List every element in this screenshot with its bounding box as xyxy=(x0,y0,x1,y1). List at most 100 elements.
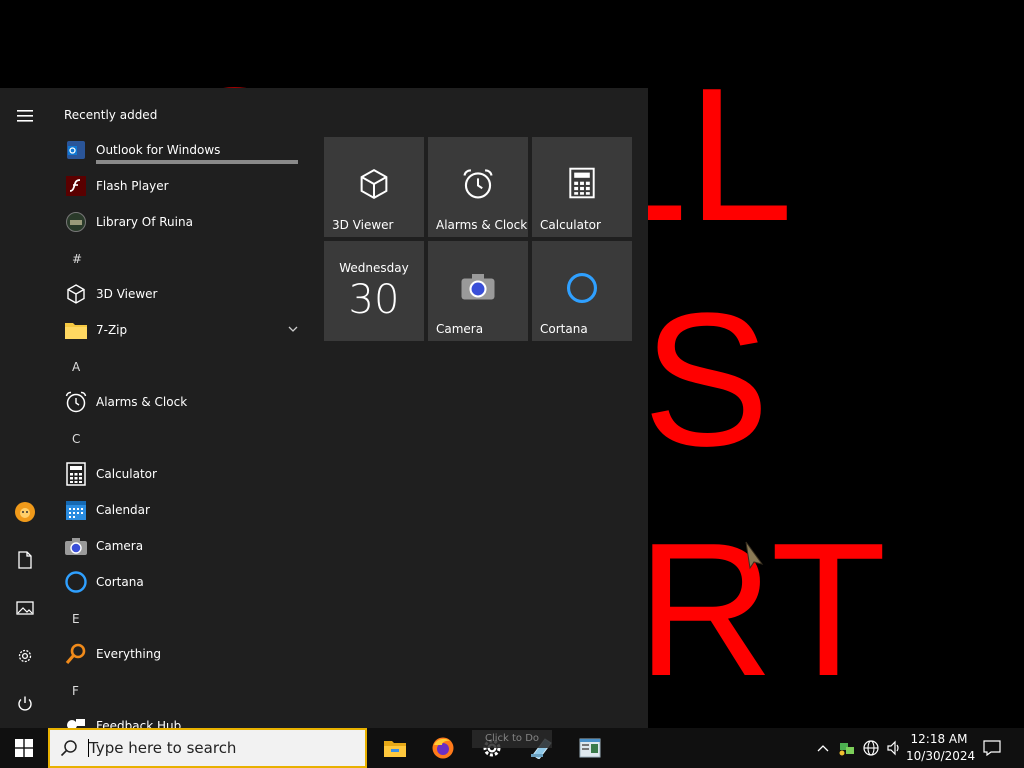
app-item-flash-player[interactable]: Flash Player xyxy=(58,168,306,204)
notification-icon xyxy=(983,740,1001,756)
recently-added-header: Recently added xyxy=(64,108,158,122)
cube-icon xyxy=(360,168,388,200)
volume-icon xyxy=(887,740,899,756)
start-menu-rail xyxy=(0,88,50,728)
app-item-everything[interactable]: Everything xyxy=(58,636,306,672)
taskbar-file-explorer[interactable] xyxy=(372,728,418,768)
app-item-3d-viewer[interactable]: 3D Viewer xyxy=(58,276,306,312)
app-item-label: 3D Viewer xyxy=(96,287,158,301)
custom-cursor-icon xyxy=(745,541,764,570)
flash-player-icon xyxy=(64,174,88,198)
tile-cortana[interactable]: Cortana xyxy=(532,241,632,341)
show-hidden-icons-button[interactable] xyxy=(814,728,832,768)
magnifier-icon xyxy=(64,642,88,666)
clock-date: 10/30/2024 xyxy=(906,749,976,763)
taskbar-clock[interactable]: 12:18 AM 10/30/2024 xyxy=(906,731,976,765)
user-avatar-icon xyxy=(15,502,35,522)
power-button[interactable] xyxy=(0,680,50,728)
chevron-down-icon[interactable] xyxy=(288,326,298,333)
app-item-label: Everything xyxy=(96,647,161,661)
app-item-label: Cortana xyxy=(96,575,144,589)
camera-icon xyxy=(64,534,88,558)
documents-button[interactable] xyxy=(0,536,50,584)
calendar-day-name: Wednesday xyxy=(339,261,409,275)
alarm-clock-icon xyxy=(463,169,493,199)
feedback-icon xyxy=(64,714,88,728)
app-item-label: Outlook for Windows xyxy=(96,143,221,157)
tile-calculator[interactable]: Calculator xyxy=(532,137,632,237)
app-item-label: Library Of Ruina xyxy=(96,215,193,229)
tray-language[interactable] xyxy=(860,728,882,768)
search-icon xyxy=(60,740,77,757)
firefox-icon xyxy=(432,737,454,759)
section-header-a[interactable]: A xyxy=(72,360,80,374)
network-status-icon xyxy=(839,743,854,756)
app-item-calendar[interactable]: Calendar xyxy=(58,492,306,528)
taskbar-tooltip: Click to Do xyxy=(472,730,552,748)
chevron-up-icon xyxy=(817,745,829,752)
app-item-label: 7-Zip xyxy=(96,323,128,337)
install-progress-bar xyxy=(96,160,298,164)
settings-icon xyxy=(18,649,32,663)
documents-icon xyxy=(18,551,32,569)
start-menu: Recently added Outlook for Windows Flash… xyxy=(0,88,648,728)
calculator-icon xyxy=(64,462,88,486)
tile-label: Cortana xyxy=(540,322,588,336)
cube-icon xyxy=(64,282,88,306)
settings-button[interactable] xyxy=(0,632,50,680)
app-item-cortana[interactable]: Cortana xyxy=(58,564,306,600)
app-item-library-of-ruina[interactable]: Library Of Ruina xyxy=(58,204,306,240)
tile-calendar[interactable]: Wednesday 30 xyxy=(324,241,424,341)
cortana-icon xyxy=(566,272,598,304)
taskbar-firefox[interactable] xyxy=(420,728,466,768)
section-header-c[interactable]: C xyxy=(72,432,80,446)
app-item-label: Camera xyxy=(96,539,144,553)
app-item-7zip[interactable]: 7-Zip xyxy=(58,312,306,348)
tile-label: Alarms & Clock xyxy=(436,218,528,232)
tile-camera[interactable]: Camera xyxy=(428,241,528,341)
taskbar-app-window[interactable] xyxy=(567,728,613,768)
app-item-calculator[interactable]: Calculator xyxy=(58,456,306,492)
hamburger-menu-icon xyxy=(17,110,33,122)
library-of-ruina-icon xyxy=(64,210,88,234)
windows-logo-icon xyxy=(15,739,33,757)
power-icon xyxy=(18,696,32,711)
app-item-label: Calculator xyxy=(96,467,157,481)
app-item-label: Feedback Hub xyxy=(96,719,182,728)
app-item-label: Calendar xyxy=(96,503,150,517)
tile-label: Calculator xyxy=(540,218,601,232)
alarm-clock-icon xyxy=(64,390,88,414)
pictures-icon xyxy=(16,601,34,615)
hamburger-menu-button[interactable] xyxy=(0,92,50,140)
action-center-button[interactable] xyxy=(978,728,1006,768)
app-item-feedback-hub[interactable]: Feedback Hub xyxy=(58,708,306,728)
section-header-f[interactable]: F xyxy=(72,684,79,698)
search-placeholder: Type here to search xyxy=(89,739,237,757)
tile-label: Camera xyxy=(436,322,484,336)
app-item-alarms-clock[interactable]: Alarms & Clock xyxy=(58,384,306,420)
calendar-icon xyxy=(64,498,88,522)
user-account-button[interactable] xyxy=(0,488,50,536)
tray-network-status[interactable] xyxy=(836,728,858,768)
section-header-e[interactable]: E xyxy=(72,612,80,626)
app-window-icon xyxy=(579,738,601,758)
app-item-label: Alarms & Clock xyxy=(96,395,188,409)
cortana-icon xyxy=(64,570,88,594)
app-item-label: Flash Player xyxy=(96,179,169,193)
tile-label: 3D Viewer xyxy=(332,218,394,232)
tile-alarms-clock[interactable]: Alarms & Clock xyxy=(428,137,528,237)
calculator-icon xyxy=(569,167,595,199)
start-button[interactable] xyxy=(0,728,48,768)
tray-volume[interactable] xyxy=(883,728,905,768)
app-item-camera[interactable]: Camera xyxy=(58,528,306,564)
file-explorer-icon xyxy=(384,741,406,757)
section-header-hash[interactable]: # xyxy=(72,252,82,266)
app-list: Recently added Outlook for Windows Flash… xyxy=(50,88,312,728)
camera-icon xyxy=(461,274,495,300)
tile-3d-viewer[interactable]: 3D Viewer xyxy=(324,137,424,237)
outlook-icon xyxy=(64,138,88,162)
search-input[interactable]: Type here to search xyxy=(48,728,367,768)
pictures-button[interactable] xyxy=(0,584,50,632)
calendar-day-number: 30 xyxy=(348,277,400,323)
globe-icon xyxy=(863,740,879,756)
